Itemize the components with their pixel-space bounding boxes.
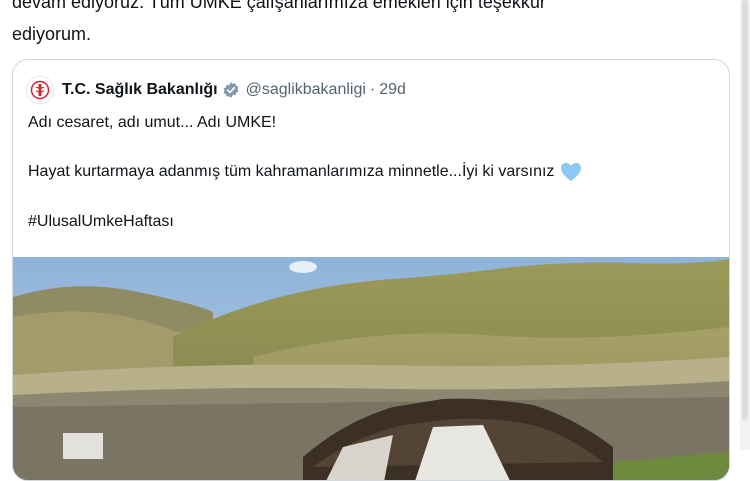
scrollbar-track[interactable] <box>740 0 750 450</box>
quoted-tweet-card[interactable]: T.C. Sağlık Bakanlığı @saglikbakanligi ·… <box>12 59 730 481</box>
tweet-media-image[interactable] <box>13 257 729 480</box>
ministry-logo-icon <box>30 80 50 100</box>
tweet-text-line: devam ediyoruz. Tüm UMKE çalışanlarımıza… <box>12 0 546 12</box>
avatar[interactable] <box>26 76 54 104</box>
mountain-valley-with-tent-photo <box>13 257 729 480</box>
scrollbar-thumb[interactable] <box>742 0 748 420</box>
quote-text: Hayat kurtarmaya adanmış tüm kahramanlar… <box>28 163 555 180</box>
verified-badge-icon <box>222 81 240 99</box>
quoted-tweet-header: T.C. Sağlık Bakanlığı @saglikbakanligi ·… <box>26 76 406 104</box>
separator-dot: · <box>369 81 376 98</box>
display-name[interactable]: T.C. Sağlık Bakanlığı <box>62 81 218 99</box>
light-blue-heart-icon <box>560 162 582 182</box>
timestamp[interactable]: 29d <box>379 81 406 99</box>
user-handle[interactable]: @saglikbakanligi <box>246 81 366 99</box>
hashtag-link[interactable]: #UlusalUmkeHaftası <box>28 210 174 234</box>
quote-text-line: Hayat kurtarmaya adanmış tüm kahramanlar… <box>28 160 582 184</box>
tweet-text: devam ediyoruz. Tüm UMKE çalışanlarımıza… <box>12 0 742 50</box>
tweet-text-line: ediyorum. <box>12 24 92 44</box>
quote-text-line: Adı cesaret, adı umut... Adı UMKE! <box>28 114 277 131</box>
